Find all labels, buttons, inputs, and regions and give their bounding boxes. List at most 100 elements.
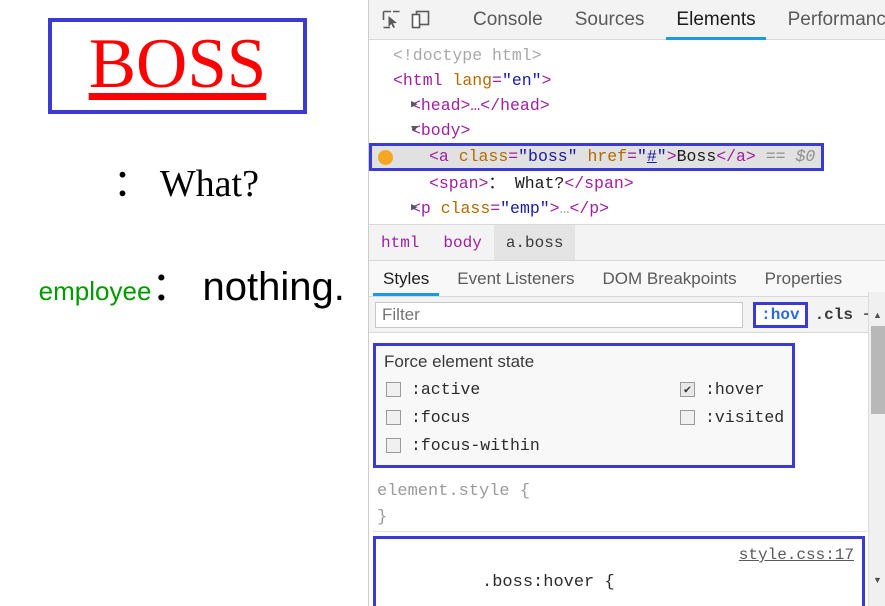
- boss-hover-rule: .boss:hover { style.css:17 color: red; t…: [376, 539, 862, 606]
- a-href-q1: ": [636, 147, 647, 166]
- employee-paragraph: employee： nothing.: [12, 236, 345, 330]
- element-style-rule[interactable]: element.style { }: [373, 479, 867, 532]
- a-href-name: href: [587, 147, 628, 166]
- html-attr-eq: =: [492, 71, 502, 90]
- tab-console[interactable]: Console: [457, 0, 559, 40]
- boss-link[interactable]: BOSS: [48, 18, 307, 114]
- tab-event-listeners[interactable]: Event Listeners: [443, 261, 588, 296]
- tab-properties[interactable]: Properties: [751, 261, 856, 296]
- dom-tree: <!doctype html> <html lang="en"> ▶ <head>…: [369, 40, 885, 225]
- rendered-page-pane: BOSS ： What? employee： nothing.: [0, 0, 368, 606]
- html-attr-name: lang: [452, 71, 493, 90]
- a-inner-text: Boss: [676, 147, 717, 166]
- doctype-text: <!doctype html>: [393, 46, 542, 65]
- head-text: <head>…</head>: [411, 96, 550, 115]
- html-gt: >: [541, 71, 552, 90]
- force-state-hover[interactable]: ✔ :hover: [680, 380, 764, 399]
- inspect-element-icon[interactable]: [381, 6, 402, 34]
- tab-dom-breakpoints[interactable]: DOM Breakpoints: [588, 261, 750, 296]
- styles-pane-scrollbar[interactable]: ▲ ▼: [868, 292, 885, 606]
- dom-line-p[interactable]: ▶ <p class="emp">…</p>: [369, 196, 885, 221]
- chevron-down-icon[interactable]: ▼: [411, 118, 418, 143]
- p-tag: p: [420, 199, 431, 218]
- a-tag: a: [438, 147, 449, 166]
- scroll-down-arrow-icon[interactable]: ▼: [869, 571, 885, 588]
- dom-line-span[interactable]: <span>： What?</span>: [369, 171, 885, 196]
- a-class-name: class: [458, 147, 509, 166]
- checkbox-active[interactable]: [386, 382, 401, 397]
- force-state-focus-within[interactable]: :focus-within: [386, 436, 540, 455]
- body-text: <body>: [411, 121, 471, 140]
- dom-line-html[interactable]: <html lang="en">: [369, 68, 885, 93]
- html-lt: <: [393, 71, 403, 90]
- styles-pane-tab-bar: Styles Event Listeners DOM Breakpoints P…: [369, 261, 885, 297]
- dom-line-selected-anchor[interactable]: <a class="boss" href="#">Boss</a> == $0: [369, 143, 824, 171]
- breadcrumb-item-a-boss[interactable]: a.boss: [493, 225, 576, 260]
- a-href-q2: ": [656, 147, 667, 166]
- a-gt: >: [666, 147, 677, 166]
- boss-heading-group: BOSS: [48, 18, 307, 114]
- stylesheet-source-link[interactable]: style.css:17: [739, 542, 854, 569]
- scrollbar-thumb[interactable]: [871, 326, 885, 414]
- rule-selector[interactable]: .boss:hover {: [482, 573, 615, 592]
- class-toggle-button[interactable]: .cls: [815, 306, 853, 324]
- force-state-hover-label: :hover: [705, 380, 765, 399]
- boss-hover-rule-annotated: .boss:hover { style.css:17 color: red; t…: [373, 536, 865, 606]
- chevron-right-icon[interactable]: ▶: [411, 196, 418, 221]
- a-close: </a>: [716, 147, 756, 166]
- force-state-active[interactable]: :active: [386, 380, 480, 399]
- breadcrumb-item-body[interactable]: body: [431, 225, 493, 260]
- tab-elements[interactable]: Elements: [660, 0, 771, 40]
- element-style-open: element.style {: [377, 482, 531, 501]
- chevron-right-icon[interactable]: ▶: [411, 93, 418, 118]
- console-ref: == $0: [765, 147, 816, 166]
- checkbox-focus-within[interactable]: [386, 438, 401, 453]
- force-element-state-title: Force element state: [384, 352, 535, 371]
- p-ellipsis: …: [559, 199, 570, 218]
- element-style-close: }: [377, 508, 388, 527]
- devtools-panel: Console Sources Elements Performanc <!do…: [368, 0, 885, 606]
- dom-line-body[interactable]: ▼ <body>: [369, 118, 885, 143]
- styles-pane-body: Force element state :active :focus :focu…: [369, 333, 869, 606]
- force-state-focus-label: :focus: [411, 408, 471, 427]
- span-text: ： What?: [488, 174, 565, 193]
- styles-filter-row: :hov .cls +: [369, 297, 885, 333]
- html-tag: html: [402, 71, 443, 90]
- force-state-visited-label: :visited: [705, 408, 785, 427]
- a-href-value[interactable]: #: [647, 147, 657, 166]
- devtools-toolbar: Console Sources Elements Performanc: [369, 0, 885, 40]
- employee-rest-text: ： nothing.: [151, 265, 345, 309]
- device-toolbar-icon[interactable]: [410, 6, 431, 34]
- force-state-focus-within-label: :focus-within: [411, 436, 540, 455]
- scroll-up-arrow-icon[interactable]: ▲: [869, 306, 885, 323]
- force-state-toggle-button[interactable]: :hov: [753, 301, 808, 328]
- checkbox-focus[interactable]: [386, 410, 401, 425]
- employee-label: employee: [38, 276, 152, 306]
- breadcrumb-item-html[interactable]: html: [369, 225, 431, 260]
- p-gt: >: [549, 199, 560, 218]
- force-state-visited[interactable]: :visited: [680, 408, 784, 427]
- tab-sources[interactable]: Sources: [559, 0, 661, 40]
- dom-line-doctype: <!doctype html>: [369, 43, 885, 68]
- span-close: </span>: [564, 174, 634, 193]
- tab-styles[interactable]: Styles: [369, 261, 443, 296]
- span-open: <span>: [429, 174, 489, 193]
- tab-performance[interactable]: Performanc: [772, 0, 885, 40]
- p-class-name: class: [440, 199, 491, 218]
- a-class-value: "boss": [518, 147, 578, 166]
- what-span-text: ： What?: [113, 163, 259, 205]
- html-attr-value: "en": [501, 71, 542, 90]
- checkbox-hover[interactable]: ✔: [680, 382, 695, 397]
- force-state-focus[interactable]: :focus: [386, 408, 470, 427]
- force-element-state-panel: Force element state :active :focus :focu…: [373, 343, 795, 468]
- a-lt: <: [429, 147, 439, 166]
- device-toolbar-glyph: [411, 10, 430, 29]
- breakpoint-dot-icon[interactable]: [378, 150, 393, 165]
- styles-filter-input[interactable]: [375, 301, 744, 328]
- devtools-tab-bar: Console Sources Elements Performanc: [457, 0, 885, 40]
- dom-line-head[interactable]: ▶ <head>…</head>: [369, 93, 885, 118]
- inspect-element-glyph: [382, 10, 400, 29]
- screenshot-root: BOSS ： What? employee： nothing. Console …: [0, 0, 885, 606]
- force-state-active-label: :active: [411, 380, 481, 399]
- checkbox-visited[interactable]: [680, 410, 695, 425]
